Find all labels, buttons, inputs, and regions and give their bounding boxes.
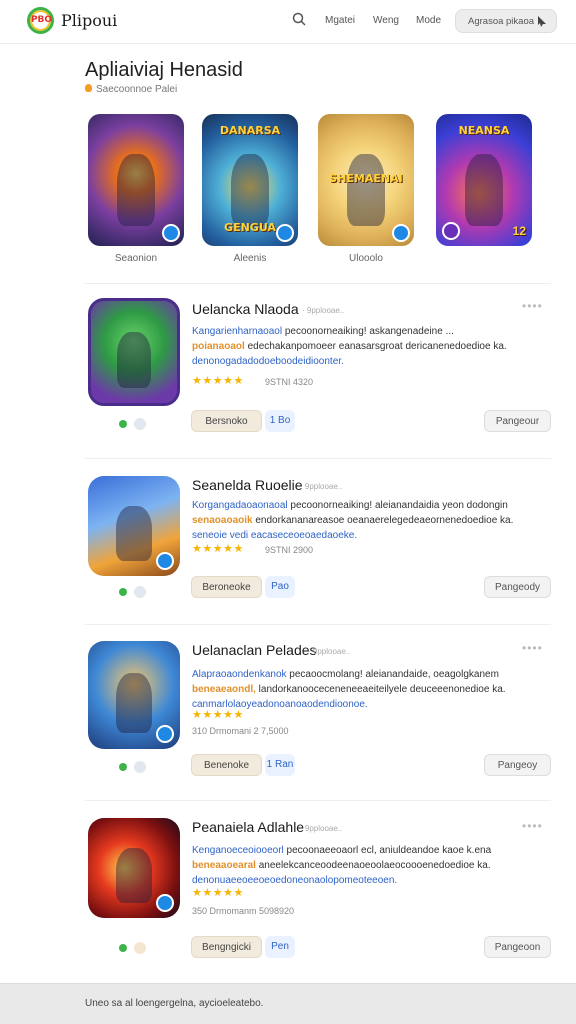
game-art-title: DANARSA — [219, 124, 281, 137]
blue-badge-icon — [156, 725, 174, 743]
action-button[interactable]: Pangeody — [484, 576, 551, 598]
app-description: Kenganoeceoiooeorl pecoonaeeoaorl ecl, a… — [192, 845, 492, 886]
game-art-title: SHEMAENAI — [329, 172, 403, 185]
game-art-title: NEANSA — [458, 124, 510, 137]
blue-badge-icon — [156, 552, 174, 570]
blue-badge-icon — [156, 894, 174, 912]
game-character-art — [115, 848, 153, 903]
rating-stars: ★★★★★ — [192, 375, 244, 387]
logo-text: PBO — [30, 15, 53, 25]
search-icon[interactable] — [292, 12, 306, 26]
app-icon[interactable] — [88, 298, 180, 406]
app-meta: · 9pplooae.. — [300, 824, 343, 833]
status-dot — [119, 420, 127, 428]
divider — [85, 458, 551, 459]
footer: Uneo sa al loengergelna, aycioeleatebo. — [0, 983, 576, 1024]
game-character-art — [230, 153, 270, 227]
status-dot — [119, 763, 127, 771]
tag-chip[interactable]: Pao — [265, 576, 295, 598]
more-options-icon[interactable]: •••• — [522, 641, 543, 655]
action-button[interactable]: Pangeoon — [484, 936, 551, 958]
app-title[interactable]: Uelanaclan Pelades — [192, 642, 317, 658]
action-button[interactable]: Pangeour — [484, 410, 551, 432]
blue-badge-icon — [392, 224, 410, 242]
footer-text: Uneo sa al loengergelna, aycioeleatebo. — [85, 998, 264, 1009]
game-character-art — [115, 506, 153, 561]
top-bar: PBO Plipoui Mgatei Weng Mode Agrasoa pik… — [0, 0, 576, 44]
download-count: 350 Drmomanm 5098920 — [192, 906, 295, 916]
app-meta: · 9pplooae.. — [300, 482, 343, 491]
game-character-art — [464, 153, 504, 227]
app-logo[interactable]: PBO — [27, 7, 54, 34]
purple-badge-icon — [442, 222, 460, 240]
app-icon[interactable] — [88, 476, 180, 576]
rating-count: 9STNI 2900 — [265, 545, 314, 555]
app-title[interactable]: Uelancka Nlaoda — [192, 301, 299, 317]
featured-game-2[interactable]: DANARSA GENGUA — [202, 114, 298, 246]
more-options-icon[interactable]: •••• — [522, 819, 543, 833]
featured-label-1: Seaonion — [114, 253, 158, 264]
primary-button[interactable]: Beroneoke — [191, 576, 262, 598]
favorite-icon[interactable] — [134, 418, 146, 430]
app-icon[interactable] — [88, 641, 180, 749]
rating-count: 9STNI 4320 — [265, 377, 314, 387]
app-meta: · 9pplooae.. — [302, 306, 345, 315]
favorite-icon[interactable] — [134, 761, 146, 773]
divider — [85, 283, 551, 284]
game-number-badge: 12 — [512, 224, 526, 238]
game-character-art — [346, 153, 386, 227]
featured-label-3: Ulooolo — [349, 253, 383, 264]
app-description: Korgangadaoaonaoal pecoonorneaiking! ale… — [192, 500, 514, 541]
blue-badge-icon — [162, 224, 180, 242]
page-subtitle: Saecoonnoe Palei — [85, 84, 177, 95]
tag-chip[interactable]: 1 Bo — [265, 410, 295, 432]
app-icon[interactable] — [88, 818, 180, 918]
blue-badge-icon — [276, 224, 294, 242]
tag-chip[interactable]: Pen — [265, 936, 295, 958]
status-dot — [119, 588, 127, 596]
action-button[interactable]: Pangeoy — [484, 754, 551, 776]
app-description: Alapraoaondenkanok pecaoocmolang! aleian… — [192, 669, 506, 710]
divider — [85, 624, 551, 625]
game-character-art — [116, 331, 152, 388]
featured-game-3[interactable]: SHEMAENAI — [318, 114, 414, 246]
download-count: 310 Drmomani 2 7,5000 — [192, 726, 289, 736]
divider — [85, 800, 551, 801]
game-character-art — [116, 153, 156, 227]
app-description: Kangarienharnaoaol pecoonorneaiking! ask… — [192, 326, 507, 367]
more-options-icon[interactable]: •••• — [522, 299, 543, 313]
game-character-art — [115, 673, 153, 733]
flame-icon — [85, 84, 92, 92]
app-meta: · 9pplooae.. — [308, 647, 351, 656]
featured-label-2: Aleenis — [233, 253, 267, 264]
favorite-icon[interactable] — [134, 942, 146, 954]
primary-button[interactable]: Bersnoko — [191, 410, 262, 432]
header-action-label: Agrasoa pikaoa — [468, 16, 535, 27]
featured-game-4[interactable]: NEANSA 12 — [436, 114, 532, 246]
status-dot — [119, 944, 127, 952]
cursor-icon — [538, 16, 546, 27]
nav-link-2[interactable]: Weng — [373, 15, 399, 26]
tag-chip[interactable]: 1 Ran — [265, 754, 295, 776]
primary-button[interactable]: Bengngicki — [191, 936, 262, 958]
rating-stars: ★★★★★ — [192, 709, 244, 721]
page-title: Apliaiviaj Henasid — [85, 59, 243, 81]
brand-name[interactable]: Plipoui — [61, 11, 117, 30]
primary-button[interactable]: Benenoke — [191, 754, 262, 776]
rating-stars: ★★★★★ — [192, 543, 244, 555]
rating-stars: ★★★★★ — [192, 887, 244, 899]
nav-link-3[interactable]: Mode — [416, 15, 441, 26]
app-title[interactable]: Peanaiela Adlahle — [192, 819, 304, 835]
nav-link-1[interactable]: Mgatei — [325, 15, 355, 26]
header-action-button[interactable]: Agrasoa pikaoa — [455, 9, 557, 33]
featured-game-1[interactable] — [88, 114, 184, 246]
app-title[interactable]: Seanelda Ruoelie — [192, 477, 303, 493]
favorite-icon[interactable] — [134, 586, 146, 598]
